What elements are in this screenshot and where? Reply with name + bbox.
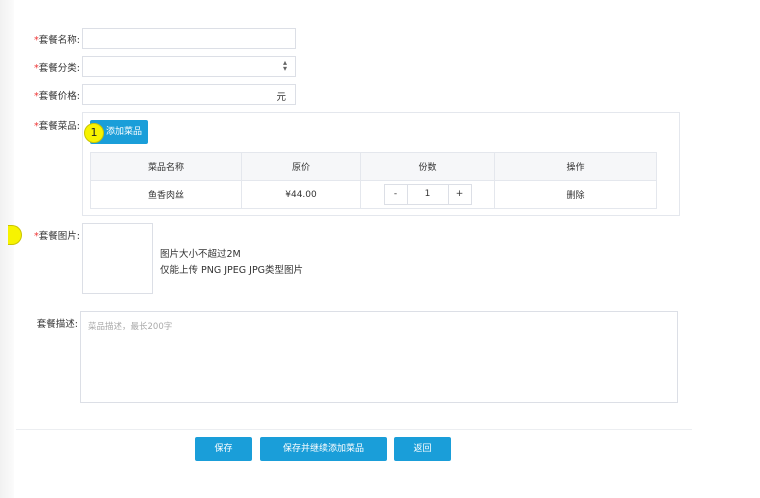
image-upload-box[interactable] — [82, 223, 153, 294]
table-header-row: 菜品名称 原价 份数 操作 — [90, 152, 657, 181]
category-select[interactable]: ▴ ▾ — [82, 56, 296, 77]
save-and-continue-button[interactable]: 保存并继续添加菜品 — [260, 437, 387, 461]
price-label: *套餐价格: — [34, 91, 80, 102]
image-size-hint: 图片大小不超过2M — [160, 249, 241, 260]
increment-button[interactable]: + — [449, 185, 471, 204]
step-badge: 1 — [84, 123, 104, 143]
name-label: *套餐名称: — [34, 35, 80, 46]
category-label: *套餐分类: — [34, 63, 80, 74]
col-price: 原价 — [241, 152, 361, 181]
table-row: 鱼香肉丝 ¥44.00 - 1 + 删除 — [90, 180, 657, 209]
col-action: 操作 — [494, 152, 657, 181]
price-unit: 元 — [276, 92, 286, 103]
setmeal-form-page: *套餐名称: *套餐分类: ▴ ▾ *套餐价格: 元 *套餐菜品: 添加菜品 1 … — [0, 0, 760, 498]
quantity-cell: - 1 + — [360, 180, 495, 209]
left-edge-shadow — [0, 0, 14, 498]
description-placeholder: 菜品描述，最长200字 — [88, 322, 173, 332]
dishes-table: 菜品名称 原价 份数 操作 鱼香肉丝 ¥44.00 - 1 + 删除 — [90, 152, 657, 209]
description-label: 套餐描述: — [36, 319, 78, 330]
price-input[interactable]: 元 — [82, 84, 296, 105]
description-textarea[interactable]: 菜品描述，最长200字 — [80, 311, 678, 403]
col-quantity: 份数 — [360, 152, 495, 181]
image-type-hint: 仅能上传 PNG JPEG JPG类型图片 — [160, 265, 304, 276]
delete-link[interactable]: 删除 — [494, 180, 657, 209]
dish-name-cell: 鱼香肉丝 — [90, 180, 242, 209]
back-button[interactable]: 返回 — [394, 437, 451, 461]
dishes-label: *套餐菜品: — [34, 121, 80, 132]
footer-divider — [16, 429, 692, 430]
quantity-stepper[interactable]: - 1 + — [383, 184, 472, 205]
select-arrows-icon: ▴ ▾ — [282, 58, 287, 73]
col-dish-name: 菜品名称 — [90, 152, 242, 181]
decrement-button[interactable]: - — [385, 185, 407, 204]
dish-price-cell: ¥44.00 — [241, 180, 361, 209]
name-input[interactable] — [82, 28, 296, 49]
quantity-value[interactable]: 1 — [406, 185, 449, 204]
image-label: *套餐图片: — [34, 231, 80, 242]
save-button[interactable]: 保存 — [195, 437, 252, 461]
